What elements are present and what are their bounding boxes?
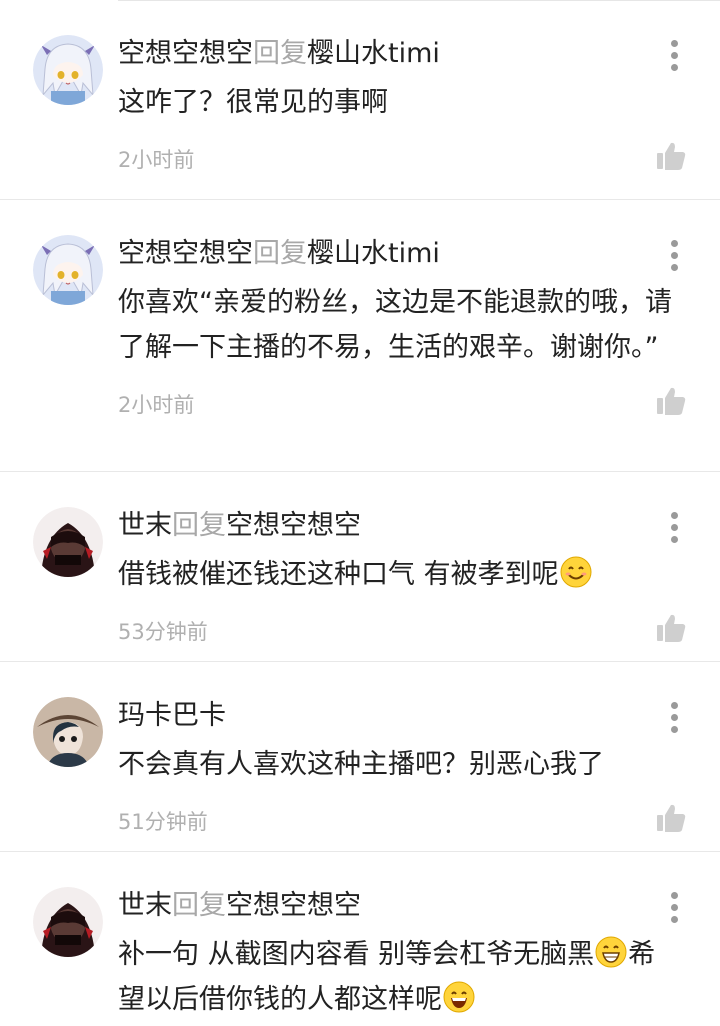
comment-text: 补一句 从截图内容看 别等会杠爷无脑黑 希望以后借你钱的人都这样呢 [118,932,690,1022]
comment-text: 你喜欢“亲爱的粉丝，这边是不能退款的哦，请了解一下主播的不易，生活的艰辛。谢谢你… [118,287,672,363]
comment-text: 这咋了？很常见的事啊 [118,87,388,118]
anime-girl-avatar-icon [33,35,103,105]
more-options-icon[interactable] [664,240,684,274]
comment-meta: 2小时前 [118,387,690,422]
more-options-icon[interactable] [664,702,684,736]
smile-emoji-icon [560,556,592,588]
comment-text: 借钱被催还钱还这种口气 有被孝到呢 [118,552,690,597]
dark-hooded-avatar-icon [33,887,103,957]
reply-label: 回复 [253,238,307,269]
reply-label: 回复 [253,38,307,69]
comment-text-content: 借钱被催还钱还这种口气 有被孝到呢 [118,559,559,590]
grin-emoji-icon [595,936,627,968]
comment-meta: 2小时前 [118,142,690,177]
thumbs-up-icon[interactable] [654,384,688,418]
avatar[interactable] [33,507,103,577]
comment-time: 2小时前 [118,393,195,417]
author-name[interactable]: 世末 [118,890,172,921]
comment-time: 2小时前 [118,148,195,172]
author-name[interactable]: 空想空想空 [118,238,253,269]
comment-header: 玛卡巴卡 [118,698,690,734]
comment-header: 世末回复空想空想空 [118,508,690,544]
comment-meta: 51分钟前 [118,804,690,839]
comment-header: 空想空想空回复樱山水timi [118,36,690,72]
more-options-icon[interactable] [664,512,684,546]
author-name[interactable]: 世末 [118,510,172,541]
laugh-emoji-icon [443,981,475,1013]
thumbs-up-icon[interactable] [654,801,688,835]
comment-text: 不会真有人喜欢这种主播吧？别恶心我了 [118,749,604,780]
reply-target-name[interactable]: 空想空想空 [226,510,361,541]
reply-target-name[interactable]: 空想空想空 [226,890,361,921]
comment-meta: 53分钟前 [118,614,690,649]
comment-time: 51分钟前 [118,810,208,834]
dark-hooded-avatar-icon [33,507,103,577]
thumbs-up-icon[interactable] [654,611,688,645]
avatar[interactable] [33,235,103,305]
reply-target-name[interactable]: 樱山水timi [307,38,440,69]
comment-time: 53分钟前 [118,620,208,644]
hat-character-avatar-icon [33,697,103,767]
comment-header: 空想空想空回复樱山水timi [118,236,690,272]
comment-item: 玛卡巴卡 不会真有人喜欢这种主播吧？别恶心我了 51分钟前 [0,662,720,852]
anime-girl-avatar-icon [33,235,103,305]
comment-item: 空想空想空回复樱山水timi 你喜欢“亲爱的粉丝，这边是不能退款的哦，请了解一下… [0,200,720,472]
comment-item: 世末回复空想空想空 补一句 从截图内容看 别等会杠爷无脑黑 希望以后借你钱的人都这… [0,852,720,1026]
author-name[interactable]: 玛卡巴卡 [118,700,226,731]
more-options-icon[interactable] [664,40,684,74]
avatar[interactable] [33,35,103,105]
comment-text-part1: 补一句 从截图内容看 别等会杠爷无脑黑 [118,939,595,970]
comment-item: 世末回复空想空想空 借钱被催还钱还这种口气 有被孝到呢 53分钟前 [0,472,720,662]
avatar[interactable] [33,697,103,767]
reply-label: 回复 [172,510,226,541]
more-options-icon[interactable] [664,892,684,926]
comment-header: 世末回复空想空想空 [118,888,690,924]
reply-target-name[interactable]: 樱山水timi [307,238,440,269]
thumbs-up-icon[interactable] [654,139,688,173]
author-name[interactable]: 空想空想空 [118,38,253,69]
reply-label: 回复 [172,890,226,921]
avatar[interactable] [33,887,103,957]
comment-item: 空想空想空回复樱山水timi 这咋了？很常见的事啊 2小时前 [0,0,720,200]
